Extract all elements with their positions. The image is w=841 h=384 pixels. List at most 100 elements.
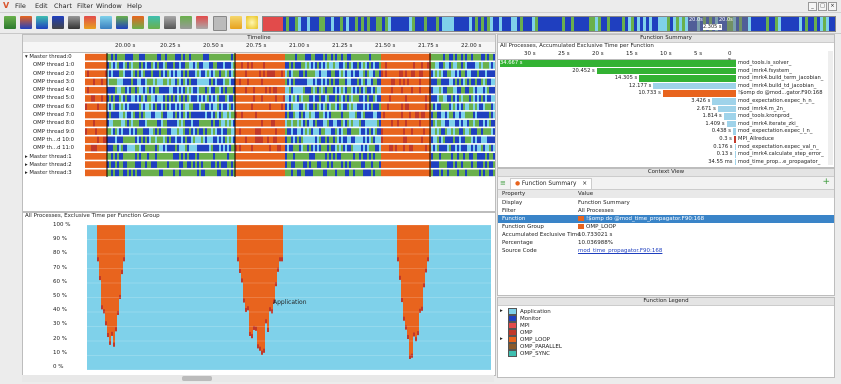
communication-matrix-icon[interactable] bbox=[116, 16, 128, 29]
performance-radar-icon[interactable] bbox=[52, 16, 64, 29]
legend-item[interactable]: OMP_PARALLEL bbox=[508, 343, 562, 350]
io-summary-icon[interactable] bbox=[132, 16, 144, 29]
function-bar[interactable] bbox=[717, 105, 736, 113]
function-name[interactable]: mod_imrk4.build_term_jacobian_ bbox=[738, 75, 823, 81]
timeline-segment bbox=[207, 70, 209, 77]
timeline-segment bbox=[325, 86, 327, 94]
pin-icon[interactable] bbox=[230, 16, 242, 29]
message-summary-icon[interactable] bbox=[84, 16, 96, 29]
function-bar[interactable] bbox=[732, 128, 736, 135]
master-timeline-icon[interactable] bbox=[4, 16, 16, 29]
function-name[interactable]: mod_expectation.expec_l_n_ bbox=[738, 128, 812, 134]
menu-window[interactable]: Window bbox=[96, 2, 122, 10]
expand-arrow-icon[interactable]: ▸ bbox=[500, 336, 503, 343]
timeline-row-label[interactable]: ▸ Master thread:3 bbox=[23, 169, 85, 177]
process-timeline-icon[interactable] bbox=[20, 16, 32, 29]
menu-edit[interactable]: Edit bbox=[35, 2, 48, 10]
menu-help[interactable]: Help bbox=[127, 2, 142, 10]
context-row[interactable]: Filter All Processes bbox=[498, 207, 834, 215]
function-bar[interactable] bbox=[653, 82, 736, 90]
horizontal-scrollbar[interactable] bbox=[22, 375, 494, 382]
timeline-row-label[interactable]: OMP thread 6:0 bbox=[23, 103, 85, 111]
scrollbar-thumb[interactable] bbox=[182, 376, 212, 381]
legend-item[interactable]: ▸ OMP_LOOP bbox=[500, 336, 550, 343]
function-summary-icon[interactable] bbox=[68, 16, 80, 29]
function-bar[interactable] bbox=[639, 75, 736, 82]
function-name[interactable]: mod_expectation.expec_h_n_ bbox=[738, 98, 814, 104]
function-name[interactable]: mod_tools.kronprod_ bbox=[738, 113, 792, 119]
context-row[interactable]: Display Function Summary bbox=[498, 199, 834, 207]
timeline-row-label[interactable]: OMP thread 9:0 bbox=[23, 128, 85, 136]
function-summary-scrollbar[interactable] bbox=[828, 51, 833, 165]
close-icon[interactable]: × bbox=[828, 2, 837, 11]
function-bar[interactable] bbox=[596, 67, 736, 75]
timeline-segment bbox=[337, 136, 339, 144]
function-name[interactable]: mod_imrk4.fsystem_ bbox=[738, 68, 792, 74]
menu-chart[interactable]: Chart bbox=[54, 2, 72, 10]
timeline-time-scale[interactable]: 20.00 s 20.25 s 20.50 s 20.75 s 21.00 s … bbox=[23, 42, 495, 53]
function-group-plot[interactable] bbox=[87, 225, 491, 370]
context-list-icon[interactable]: ≡ bbox=[500, 179, 506, 187]
function-name[interactable]: mod_imrk4.m_2n_ bbox=[738, 106, 786, 112]
hint-bulb-icon[interactable] bbox=[246, 16, 258, 29]
menu-filter[interactable]: Filter bbox=[77, 2, 93, 10]
timeline-row-label[interactable]: OMP thread 3:0 bbox=[23, 78, 85, 86]
function-bar[interactable] bbox=[733, 136, 736, 143]
call-tree-icon[interactable] bbox=[148, 16, 160, 29]
zoom-overview-bar[interactable]: 20.0s 20.0s 2.305 s bbox=[262, 16, 836, 32]
timeline-segment bbox=[251, 103, 253, 111]
timeline-row-label[interactable]: OMP thread 4:0 bbox=[23, 86, 85, 94]
function-legend-icon[interactable] bbox=[164, 16, 176, 29]
context-row[interactable]: Accumulated Exclusive Time 10.733021 s bbox=[498, 231, 834, 239]
timeline-row-label[interactable]: OMP th...d 11:0 bbox=[23, 144, 85, 152]
context-value[interactable]: mod_time_propagator.F90:168 bbox=[578, 247, 662, 255]
legend-item[interactable]: OMP_SYNC bbox=[508, 350, 550, 357]
timeline-row-label[interactable]: OMP th...d 10:0 bbox=[23, 136, 85, 144]
timeline-row-label[interactable]: OMP thread 8:0 bbox=[23, 119, 85, 127]
function-bar[interactable] bbox=[726, 120, 736, 128]
function-name[interactable]: mod_imrk4.build_td_jacobian_ bbox=[738, 83, 816, 89]
function-name[interactable]: !$omp do @mod...gator.F90:168 bbox=[738, 90, 823, 96]
context-row[interactable]: Percentage 10.036988% bbox=[498, 239, 834, 247]
marker-view-icon[interactable] bbox=[196, 16, 208, 29]
legend-item[interactable]: MPI bbox=[508, 322, 530, 329]
close-tab-icon[interactable]: × bbox=[582, 181, 587, 187]
function-name[interactable]: mod_imrk4.iterate_zki_ bbox=[738, 121, 798, 127]
timeline-row-label[interactable]: OMP thread 5:0 bbox=[23, 94, 85, 102]
context-row[interactable]: Source Code mod_time_propagator.F90:168 bbox=[498, 247, 834, 255]
timeline-canvas[interactable] bbox=[85, 53, 495, 177]
counter-timeline-icon[interactable] bbox=[36, 16, 48, 29]
expand-arrow-icon[interactable]: ▸ bbox=[500, 308, 503, 315]
add-tab-icon[interactable]: + bbox=[822, 177, 830, 187]
function-summary-bars[interactable]: 34.667 s mod_tools.is_solver_ 20.452 s mod_… bbox=[498, 60, 824, 167]
timeline-row-label[interactable]: ▾ Master thread:0 bbox=[23, 53, 85, 61]
timeline-row-label[interactable]: ▸ Master thread:2 bbox=[23, 161, 85, 169]
function-name[interactable]: mod_tools.is_solver_ bbox=[738, 60, 791, 66]
selection-mode-icon[interactable] bbox=[213, 16, 227, 31]
timeline-row-label[interactable]: ▸ Master thread:1 bbox=[23, 153, 85, 161]
function-bar[interactable] bbox=[712, 98, 736, 105]
function-name[interactable]: mod_time_prop...e_propagator_ bbox=[738, 159, 820, 165]
legend-item[interactable]: OMP bbox=[508, 329, 532, 336]
context-row[interactable]: Function !$omp do @mod_time_propagator.F9… bbox=[498, 215, 834, 223]
context-row[interactable]: Function Group OMP_LOOP bbox=[498, 223, 834, 231]
timeline-row-label[interactable]: OMP thread 2:0 bbox=[23, 70, 85, 78]
legend-item[interactable]: ▸ Application bbox=[500, 308, 551, 315]
function-bar[interactable] bbox=[734, 151, 736, 158]
function-bar[interactable] bbox=[734, 158, 736, 166]
function-name[interactable]: MPI_Allreduce bbox=[738, 136, 774, 142]
minimize-icon[interactable]: _ bbox=[808, 2, 817, 11]
maximize-icon[interactable]: □ bbox=[818, 2, 827, 11]
function-bar[interactable] bbox=[723, 113, 736, 120]
function-bar[interactable] bbox=[734, 143, 736, 151]
function-bar[interactable] bbox=[662, 90, 736, 97]
process-summary-icon[interactable] bbox=[100, 16, 112, 29]
timeline-row-label[interactable]: OMP thread 1:0 bbox=[23, 61, 85, 69]
function-name[interactable]: mod_expectation.expec_val_n_ bbox=[738, 144, 819, 150]
function-name[interactable]: mod_imrk4.calculate_step_error_ bbox=[738, 151, 824, 157]
context-view-icon[interactable] bbox=[180, 16, 192, 29]
timeline-row-label[interactable]: OMP thread 7:0 bbox=[23, 111, 85, 119]
menu-file[interactable]: File bbox=[15, 2, 26, 10]
tab-function-summary[interactable]: ● Function Summary × bbox=[510, 178, 593, 189]
legend-item[interactable]: Monitor bbox=[508, 315, 541, 322]
